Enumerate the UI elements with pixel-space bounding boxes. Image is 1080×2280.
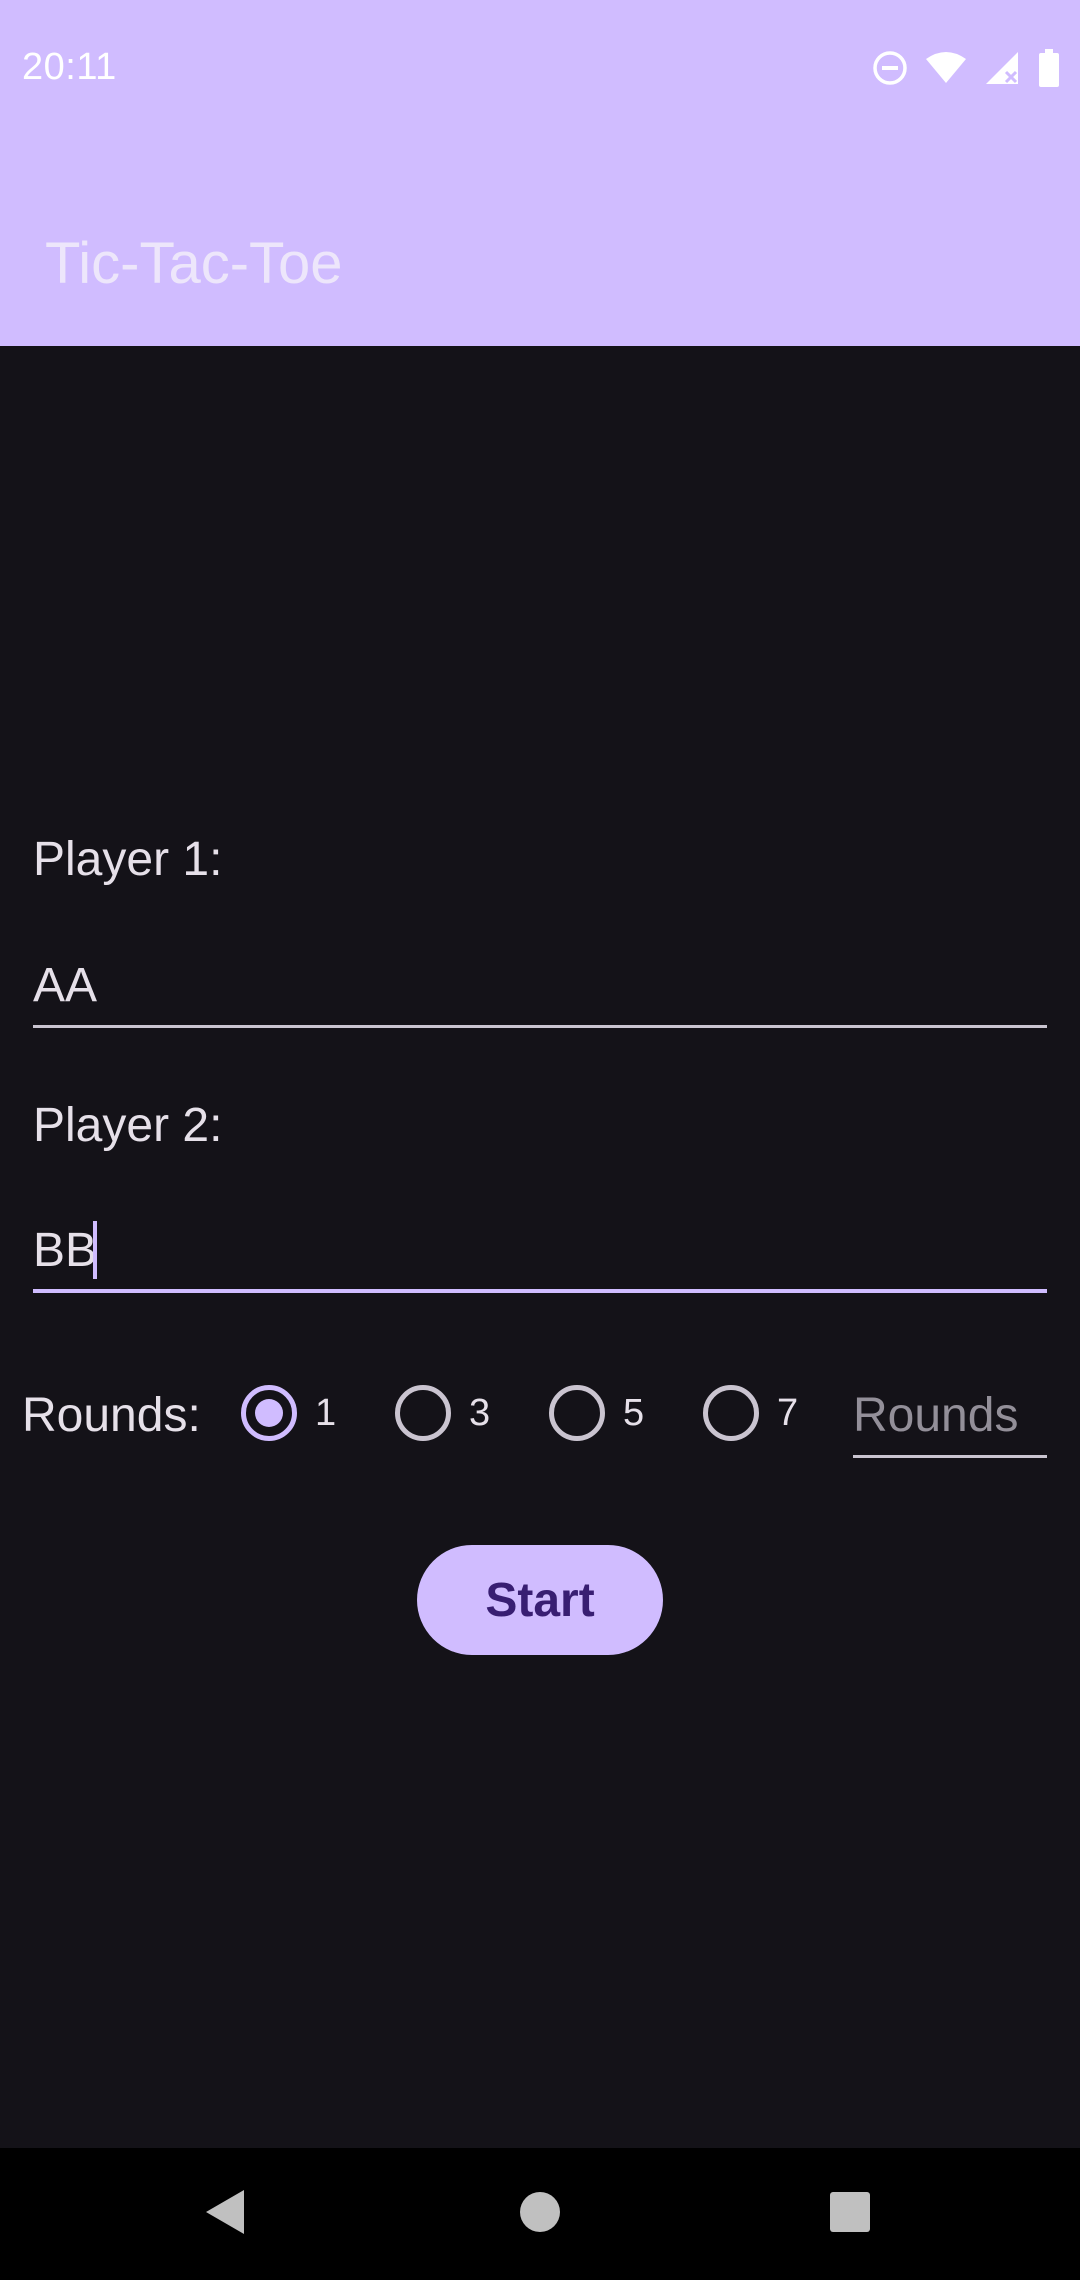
round-option-5[interactable]: 5 — [549, 1368, 644, 1458]
round-option-3[interactable]: 3 — [395, 1368, 490, 1458]
player1-input[interactable] — [33, 938, 1047, 1025]
status-icons — [872, 46, 1060, 90]
home-button[interactable] — [480, 2148, 600, 2280]
round-option-1[interactable]: 1 — [241, 1368, 336, 1458]
radio-unchecked-icon[interactable] — [395, 1385, 451, 1441]
player2-label: Player 2: — [33, 1099, 223, 1152]
app-bar: Tic-Tac-Toe — [0, 138, 1080, 346]
wifi-icon — [926, 51, 966, 85]
player2-field[interactable] — [33, 1203, 1047, 1293]
rounds-row: Rounds: 1 3 5 7 — [22, 1368, 1062, 1458]
recents-icon — [828, 2190, 872, 2239]
navigation-bar — [0, 2148, 1080, 2280]
custom-rounds-input[interactable] — [853, 1368, 1047, 1455]
round-option-7[interactable]: 7 — [703, 1368, 798, 1458]
start-button[interactable]: Start — [417, 1545, 663, 1655]
home-icon — [518, 2190, 562, 2239]
radio-unchecked-icon[interactable] — [703, 1385, 759, 1441]
battery-icon — [1038, 49, 1060, 87]
radio-checked-icon[interactable] — [241, 1385, 297, 1441]
status-clock: 20:11 — [22, 46, 117, 88]
rounds-label: Rounds: — [22, 1389, 201, 1442]
recents-button[interactable] — [790, 2148, 910, 2280]
player1-label: Player 1: — [33, 833, 223, 886]
signal-icon — [984, 50, 1020, 86]
status-bar: 20:11 — [0, 0, 1080, 138]
custom-rounds-field[interactable] — [853, 1368, 1047, 1458]
text-caret — [93, 1221, 97, 1279]
do-not-disturb-icon — [872, 50, 908, 86]
app-title: Tic-Tac-Toe — [45, 231, 343, 296]
radio-unchecked-icon[interactable] — [549, 1385, 605, 1441]
player2-input[interactable] — [33, 1203, 1047, 1289]
main-content: Player 1: Player 2: Rounds: 1 3 5 7 Star… — [0, 346, 1080, 2148]
player1-field[interactable] — [33, 938, 1047, 1028]
back-button[interactable] — [166, 2148, 286, 2280]
back-icon — [204, 2188, 248, 2241]
